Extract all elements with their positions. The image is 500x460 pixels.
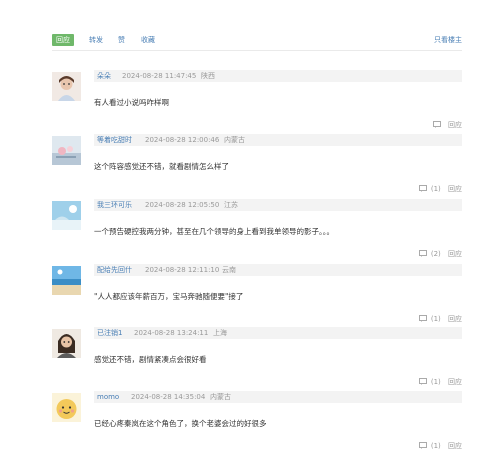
comment-text: "人人都应该年薪百万，宝马奔驰随便要"接了 bbox=[94, 292, 244, 301]
reply-count: (1) bbox=[430, 315, 441, 323]
comment-header: momo 2024-08-28 14:35:04 内蒙古 bbox=[94, 391, 462, 403]
comment-bubble-icon[interactable] bbox=[418, 378, 427, 385]
comment-bubble-icon[interactable] bbox=[418, 442, 427, 449]
comment-bubble-icon[interactable] bbox=[418, 185, 427, 192]
reply-button[interactable]: 回应 bbox=[448, 249, 462, 259]
comment-text: 这个阵容感觉还不错，就看剧情怎么样了 bbox=[94, 162, 229, 171]
comment-location: 江苏 bbox=[224, 201, 238, 209]
comment-text: 已经心疼秦岚在这个角色了，换个老婆会过的好很多 bbox=[94, 419, 267, 428]
comment-datetime: 2024-08-28 12:05:50 bbox=[145, 201, 220, 209]
comment-location: 云南 bbox=[222, 266, 236, 274]
reply-button[interactable]: 回应 bbox=[448, 120, 462, 130]
comment-actions: (1) 回应 bbox=[418, 377, 462, 387]
comment-item: 已注销1 2024-08-28 13:24:11 上海 感觉还不错，剧情紧凑点会… bbox=[52, 327, 462, 393]
comment-actions: (2) 回应 bbox=[418, 249, 462, 259]
comment-datetime: 2024-08-28 12:00:46 bbox=[145, 136, 220, 144]
comment-username[interactable]: 我三环可乐 bbox=[97, 199, 132, 211]
comment-item: 我三环可乐 2024-08-28 12:05:50 江苏 一个预告硬控我两分钟，… bbox=[52, 199, 462, 265]
comment-username[interactable]: momo bbox=[97, 391, 119, 403]
reply-count: (1) bbox=[430, 185, 441, 193]
tab-replies[interactable]: 回应 bbox=[52, 34, 74, 46]
comment-text: 感觉还不错，剧情紧凑点会很好看 bbox=[94, 355, 207, 364]
comment-location: 上海 bbox=[213, 329, 227, 337]
tab-reposts[interactable]: 转发 bbox=[89, 34, 103, 46]
comment-datetime: 2024-08-28 11:47:45 bbox=[122, 72, 197, 80]
reply-button[interactable]: 回应 bbox=[448, 184, 462, 194]
comment-text: 一个预告硬控我两分钟，甚至在几个领导的身上看到我单领导的影子。。。 bbox=[94, 227, 334, 236]
avatar[interactable] bbox=[52, 266, 81, 295]
comment-bubble-icon[interactable] bbox=[418, 315, 427, 322]
avatar[interactable] bbox=[52, 136, 81, 165]
comment-item: momo 2024-08-28 14:35:04 内蒙古 已经心疼秦岚在这个角色… bbox=[52, 391, 462, 457]
comment-username[interactable]: 等着吃甜时 bbox=[97, 134, 132, 146]
comment-text: 有人看过小说吗咋样啊 bbox=[94, 98, 169, 107]
avatar[interactable] bbox=[52, 201, 81, 230]
comment-location: 内蒙古 bbox=[210, 393, 231, 401]
tab-favorites[interactable]: 收藏 bbox=[141, 34, 155, 46]
tab-likes[interactable]: 赞 bbox=[118, 34, 125, 46]
tab-divider bbox=[52, 50, 462, 51]
avatar[interactable] bbox=[52, 329, 81, 358]
only-host-link[interactable]: 只看楼主 bbox=[434, 34, 462, 46]
comment-location: 陕西 bbox=[201, 72, 215, 80]
reply-count: (1) bbox=[430, 442, 441, 450]
comment-datetime: 2024-08-28 12:11:10 bbox=[145, 266, 220, 274]
reply-count: (2) bbox=[430, 250, 441, 258]
comment-tabs: 回应 转发 赞 收藏 只看楼主 bbox=[52, 34, 462, 48]
comment-datetime: 2024-08-28 13:24:11 bbox=[134, 329, 209, 337]
reply-count: (1) bbox=[430, 378, 441, 386]
comment-location: 内蒙古 bbox=[224, 136, 245, 144]
comment-item: 等着吃甜时 2024-08-28 12:00:46 内蒙古 这个阵容感觉还不错，… bbox=[52, 134, 462, 200]
reply-button[interactable]: 回应 bbox=[448, 377, 462, 387]
comment-actions: (1) 回应 bbox=[418, 184, 462, 194]
comment-header: 已注销1 2024-08-28 13:24:11 上海 bbox=[94, 327, 462, 339]
comment-header: 等着吃甜时 2024-08-28 12:00:46 内蒙古 bbox=[94, 134, 462, 146]
comment-username[interactable]: 配给先回什 bbox=[97, 264, 132, 276]
comment-bubble-icon[interactable] bbox=[418, 250, 427, 257]
comment-item: 配给先回什 2024-08-28 12:11:10 云南 "人人都应该年薪百万，… bbox=[52, 264, 462, 330]
comment-item: 朵朵 2024-08-28 11:47:45 陕西 有人看过小说吗咋样啊 回应 bbox=[52, 70, 462, 136]
avatar[interactable] bbox=[52, 72, 81, 101]
comment-actions: (1) 回应 bbox=[418, 314, 462, 324]
comment-bubble-icon[interactable] bbox=[432, 121, 441, 128]
comment-header: 配给先回什 2024-08-28 12:11:10 云南 bbox=[94, 264, 462, 276]
comment-actions: 回应 bbox=[432, 120, 462, 130]
comment-username[interactable]: 朵朵 bbox=[97, 70, 111, 82]
reply-button[interactable]: 回应 bbox=[448, 441, 462, 451]
comment-header: 我三环可乐 2024-08-28 12:05:50 江苏 bbox=[94, 199, 462, 211]
comment-datetime: 2024-08-28 14:35:04 bbox=[131, 393, 206, 401]
comment-username[interactable]: 已注销1 bbox=[97, 327, 122, 339]
avatar[interactable] bbox=[52, 393, 81, 422]
reply-button[interactable]: 回应 bbox=[448, 314, 462, 324]
comment-header: 朵朵 2024-08-28 11:47:45 陕西 bbox=[94, 70, 462, 82]
comment-actions: (1) 回应 bbox=[418, 441, 462, 451]
